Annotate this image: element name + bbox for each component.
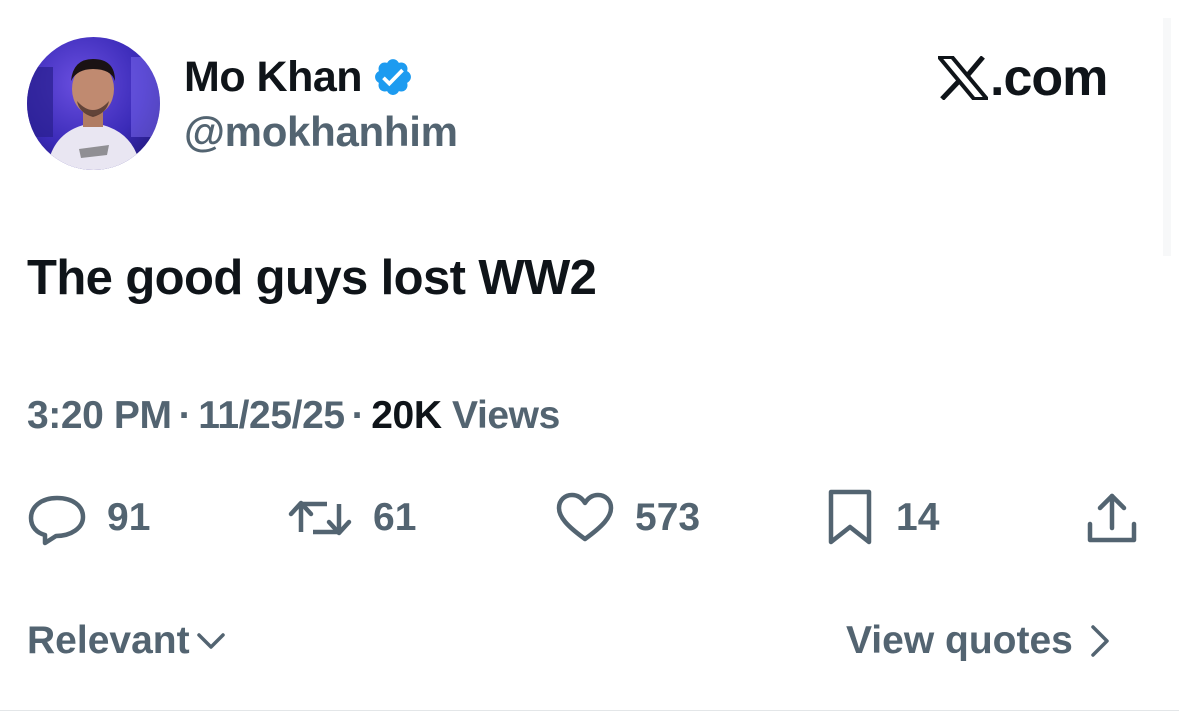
- share-icon: [1087, 493, 1137, 543]
- views-label: Views: [452, 394, 560, 437]
- display-name[interactable]: Mo Khan: [184, 50, 363, 104]
- bookmark-count: 14: [896, 496, 940, 539]
- site-brand: .com: [938, 49, 1108, 107]
- view-quotes-label: View quotes: [846, 619, 1073, 662]
- reply-button[interactable]: 91: [27, 490, 150, 546]
- scroll-edge: [1163, 18, 1171, 256]
- site-domain: .com: [990, 49, 1108, 107]
- tweet-meta: 3:20 PM · 11/25/25 · 20K Views: [27, 390, 560, 442]
- meta-separator: ·: [351, 394, 365, 437]
- sort-replies-dropdown[interactable]: Relevant: [27, 614, 226, 668]
- tweet-time[interactable]: 3:20 PM: [27, 394, 172, 437]
- views-count: 20K: [371, 394, 442, 437]
- tweet-date[interactable]: 11/25/25: [198, 394, 345, 437]
- author-handle[interactable]: @mokhanhim: [184, 106, 458, 158]
- bookmark-icon: [828, 489, 872, 545]
- bookmark-button[interactable]: 14: [826, 489, 940, 546]
- reply-count: 91: [107, 496, 151, 539]
- meta-separator: ·: [178, 394, 192, 437]
- repost-icon: [288, 500, 352, 536]
- tweet-text: The good guys lost WW2: [27, 251, 597, 305]
- sort-label: Relevant: [27, 619, 190, 662]
- like-button[interactable]: 573: [555, 490, 700, 546]
- like-count: 573: [635, 496, 701, 539]
- view-quotes-link[interactable]: View quotes: [846, 614, 1111, 668]
- chevron-down-icon: [196, 633, 225, 649]
- verified-badge-icon: [375, 59, 411, 95]
- avatar[interactable]: [27, 37, 160, 170]
- heart-icon: [556, 492, 614, 542]
- reply-icon: [28, 495, 86, 546]
- author-name-row[interactable]: Mo Khan: [184, 50, 414, 104]
- profile-photo: [27, 37, 160, 170]
- x-logo-icon: [938, 56, 988, 100]
- chevron-right-icon: [1091, 625, 1109, 657]
- repost-count: 61: [373, 496, 417, 539]
- repost-button[interactable]: 61: [287, 490, 416, 546]
- share-button[interactable]: [1084, 490, 1140, 546]
- divider: [0, 710, 1179, 711]
